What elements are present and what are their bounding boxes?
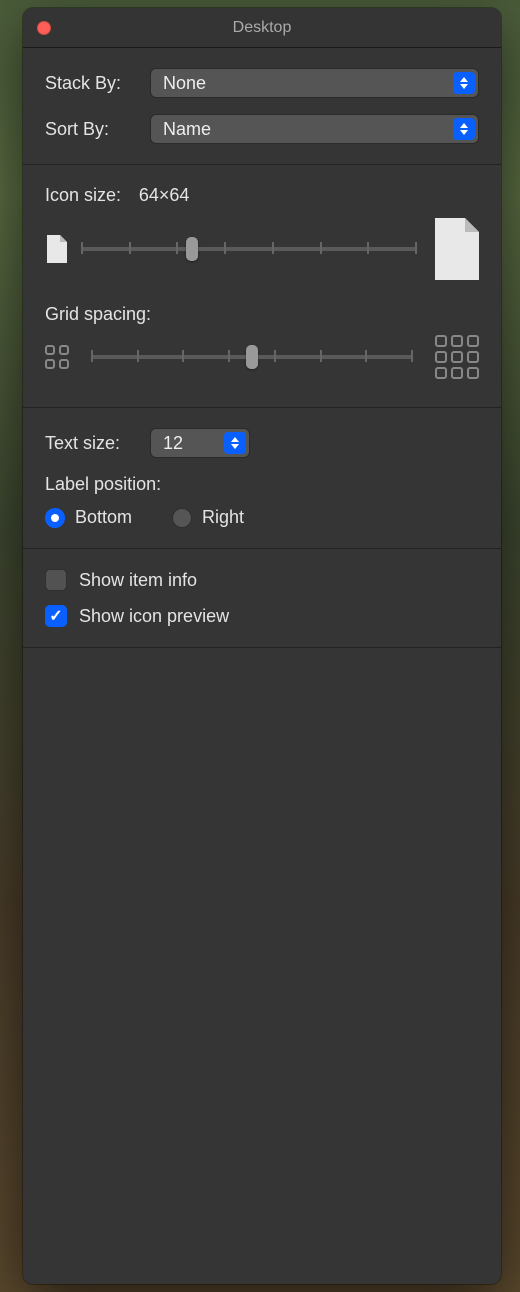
label-position-right-radio[interactable]: Right — [172, 507, 244, 528]
grid-small-icon — [45, 345, 69, 369]
grid-large-icon — [435, 335, 479, 379]
radio-label: Bottom — [75, 507, 132, 528]
label-position-bottom-radio[interactable]: Bottom — [45, 507, 132, 528]
chevron-up-down-icon — [224, 432, 246, 454]
view-options-window: Desktop Stack By: None Sort By: Name Ico… — [23, 8, 501, 1284]
icon-size-slider[interactable] — [81, 234, 417, 264]
slider-thumb[interactable] — [246, 345, 258, 369]
sizing-panel: Icon size: 64×64 Grid spacing — [23, 165, 501, 408]
sort-by-select[interactable]: Name — [150, 114, 479, 144]
close-button[interactable] — [37, 21, 51, 35]
checkbox-label: Show item info — [79, 570, 197, 591]
file-large-icon — [431, 218, 479, 280]
checkbox-label: Show icon preview — [79, 606, 229, 627]
empty-space — [23, 648, 501, 1284]
grid-spacing-label: Grid spacing: — [45, 304, 479, 325]
label-position-label: Label position: — [45, 474, 479, 495]
stack-by-value: None — [163, 73, 206, 94]
radio-label: Right — [202, 507, 244, 528]
file-small-icon — [45, 235, 67, 263]
options-panel: Show item info Show icon preview — [23, 549, 501, 648]
icon-size-value: 64×64 — [139, 185, 190, 205]
grid-spacing-slider[interactable] — [91, 342, 413, 372]
text-panel: Text size: 12 Label position: Bottom Rig… — [23, 408, 501, 549]
stack-by-label: Stack By: — [45, 73, 150, 94]
traffic-lights — [37, 21, 51, 35]
show-item-info-checkbox[interactable]: Show item info — [45, 569, 479, 591]
chevron-up-down-icon — [453, 72, 475, 94]
radio-unchecked-icon — [172, 508, 192, 528]
text-size-label: Text size: — [45, 433, 150, 454]
sort-by-value: Name — [163, 119, 211, 140]
titlebar[interactable]: Desktop — [23, 8, 501, 48]
window-title: Desktop — [23, 19, 501, 37]
icon-size-label: Icon size: — [45, 185, 121, 205]
sort-panel: Stack By: None Sort By: Name — [23, 48, 501, 165]
slider-ticks — [81, 242, 417, 256]
slider-thumb[interactable] — [186, 237, 198, 261]
show-icon-preview-checkbox[interactable]: Show icon preview — [45, 605, 479, 627]
stack-by-select[interactable]: None — [150, 68, 479, 98]
text-size-select[interactable]: 12 — [150, 428, 250, 458]
radio-checked-icon — [45, 508, 65, 528]
checkbox-checked-icon — [45, 605, 67, 627]
checkbox-unchecked-icon — [45, 569, 67, 591]
chevron-up-down-icon — [453, 118, 475, 140]
text-size-value: 12 — [163, 433, 183, 454]
sort-by-label: Sort By: — [45, 119, 150, 140]
